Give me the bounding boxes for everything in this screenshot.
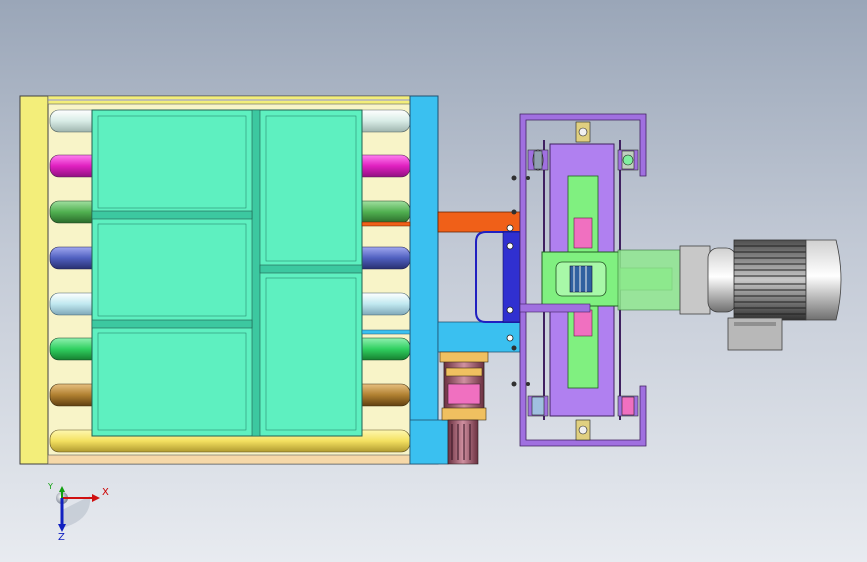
motor-flange [707,247,737,313]
wheel-bottom-right [617,395,639,417]
tank-assembly [91,109,363,437]
wheel-top-left [527,149,549,171]
tank-divider-vertical [251,109,261,437]
tank-divider-h2 [91,319,253,329]
frame-left-post [19,95,49,465]
electric-motor [679,239,842,351]
tank-divider-h1 [91,210,253,220]
side-plate-blue [409,95,439,465]
x-axis-label: X [102,487,109,498]
motor-fan-cover [805,239,842,321]
y-axis-label: Y [48,482,53,491]
axis-triad [56,486,100,532]
tank-divider-h3 [259,264,363,274]
frame-bottom-rail [47,454,413,465]
z-axis-label: Z [58,532,65,543]
wheel-bottom-center [575,419,591,441]
wheel-bottom-left [527,395,549,417]
cad-viewport [19,95,842,532]
wheel-top-center [575,121,591,143]
wheel-top-right [617,149,639,171]
